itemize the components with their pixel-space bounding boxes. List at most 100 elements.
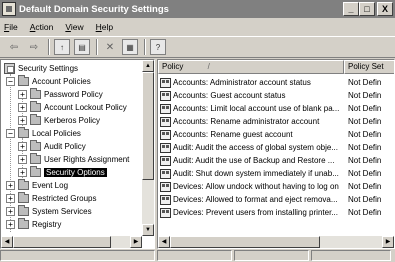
tree-label: Local Policies <box>32 128 81 138</box>
folder-icon <box>18 126 29 138</box>
menu-file[interactable]: File <box>4 22 18 32</box>
expand-icon[interactable]: + <box>18 167 27 177</box>
status-pane <box>157 250 232 261</box>
collapse-icon[interactable]: − <box>6 76 15 86</box>
status-pane <box>311 250 391 261</box>
policy-icon <box>160 194 171 205</box>
expand-icon[interactable]: + <box>6 219 15 229</box>
tree-item-security-options[interactable]: + Security Options <box>18 165 107 178</box>
tree-item-audit-policy[interactable]: + Audit Policy <box>18 139 86 152</box>
policy-icon <box>160 155 171 166</box>
expand-icon[interactable]: + <box>6 180 15 190</box>
table-row[interactable]: Audit: Audit the access of global system… <box>158 141 381 154</box>
table-row[interactable]: Devices: Prevent users from installing p… <box>158 206 381 219</box>
scroll-down-arrow-icon[interactable]: ▼ <box>142 224 154 236</box>
table-row[interactable]: Devices: Allow undock without having to … <box>158 180 381 193</box>
toolbar: ⇦ ⇨ ↑ ▤ ✕ ▦ ? <box>0 36 395 58</box>
collapse-icon[interactable]: − <box>6 128 15 138</box>
folder-icon <box>30 139 41 151</box>
tree-label: Password Policy <box>44 89 103 99</box>
tree-item-account-policies[interactable]: − Account Policies <box>6 74 91 87</box>
tree-item-password-policy[interactable]: + Password Policy <box>18 87 103 100</box>
tree-item-system-services[interactable]: + System Services <box>6 204 92 217</box>
policy-icon <box>160 168 171 179</box>
scroll-right-arrow-icon[interactable]: ▶ <box>130 236 142 248</box>
forward-arrow-icon[interactable]: ⇨ <box>26 39 42 55</box>
toolbar-separator <box>96 39 98 55</box>
tree-label: System Services <box>32 206 92 216</box>
table-row[interactable]: Audit: Shut down system immediately if u… <box>158 167 381 180</box>
tree-item-account-lockout-policy[interactable]: + Account Lockout Policy <box>18 100 127 113</box>
status-pane <box>0 250 155 261</box>
properties-icon[interactable]: ▦ <box>122 39 138 55</box>
scroll-thumb[interactable] <box>142 72 154 180</box>
expand-icon[interactable]: + <box>18 154 27 164</box>
folder-icon <box>18 217 29 229</box>
table-row[interactable]: Accounts: Rename administrator account N… <box>158 115 381 128</box>
table-row[interactable]: Accounts: Guest account status Not Defin <box>158 89 381 102</box>
scroll-left-arrow-icon[interactable]: ◀ <box>1 236 13 248</box>
list-header: Policy / Policy Set <box>158 60 394 74</box>
scroll-left-arrow-icon[interactable]: ◀ <box>158 236 170 248</box>
table-row[interactable]: Accounts: Rename guest account Not Defin <box>158 128 381 141</box>
expand-icon[interactable]: + <box>6 193 15 203</box>
show-hide-tree-icon[interactable]: ▤ <box>74 39 90 55</box>
menu-action[interactable]: Action <box>30 22 54 32</box>
table-row[interactable]: Accounts: Limit local account use of bla… <box>158 102 381 115</box>
tree-item-security-settings[interactable]: Security Settings <box>4 62 78 74</box>
folder-icon <box>18 178 29 190</box>
menu-help[interactable]: Help <box>96 22 113 32</box>
tree-item-kerberos-policy[interactable]: + Kerberos Policy <box>18 113 100 126</box>
menu-view[interactable]: View <box>65 22 83 32</box>
tree-label: Registry <box>32 219 62 229</box>
back-arrow-icon[interactable]: ⇦ <box>6 39 22 55</box>
table-row[interactable]: Audit: Audit the use of Backup and Resto… <box>158 154 381 167</box>
status-bar <box>0 250 395 262</box>
tree-label: User Rights Assignment <box>44 154 130 164</box>
toolbar-separator <box>144 39 146 55</box>
folder-icon <box>18 191 29 203</box>
policy-list: Policy / Policy Set Accounts: Administra… <box>157 59 395 249</box>
tree-label: Restricted Groups <box>32 193 97 203</box>
delete-icon[interactable]: ✕ <box>102 39 118 55</box>
up-one-level-icon[interactable]: ↑ <box>54 39 70 55</box>
security-settings-app-icon <box>2 2 16 16</box>
policy-icon <box>160 129 171 140</box>
maximize-button[interactable]: □ <box>359 2 375 16</box>
policy-icon <box>160 207 171 218</box>
folder-icon <box>30 87 41 99</box>
minimize-button[interactable]: _ <box>343 2 359 16</box>
expand-icon[interactable]: + <box>18 141 27 151</box>
scroll-thumb[interactable] <box>13 236 111 248</box>
expand-icon[interactable]: + <box>18 115 27 125</box>
window-title: Default Domain Security Settings <box>19 3 169 15</box>
tree-item-event-log[interactable]: + Event Log <box>6 178 68 191</box>
tree-item-restricted-groups[interactable]: + Restricted Groups <box>6 191 97 204</box>
policy-icon <box>160 181 171 192</box>
expand-icon[interactable]: + <box>6 206 15 216</box>
list-horizontal-scrollbar[interactable]: ◀ ▶ <box>158 236 394 248</box>
tree-item-user-rights-assignment[interactable]: + User Rights Assignment <box>18 152 130 165</box>
table-row[interactable]: Devices: Allowed to format and eject rem… <box>158 193 381 206</box>
expand-icon[interactable]: + <box>18 102 27 112</box>
menu-bar: File Action View Help <box>0 18 395 36</box>
tree-label-selected: Security Options <box>44 167 107 177</box>
scroll-right-arrow-icon[interactable]: ▶ <box>382 236 394 248</box>
tree-label: Audit Policy <box>44 141 86 151</box>
folder-icon <box>30 100 41 112</box>
table-row[interactable]: Accounts: Administrator account status N… <box>158 76 381 89</box>
expand-icon[interactable]: + <box>18 89 27 99</box>
tree-horizontal-scrollbar[interactable]: ◀ ▶ <box>1 236 142 248</box>
tree-vertical-scrollbar[interactable]: ▲ ▼ <box>142 60 154 236</box>
scroll-thumb[interactable] <box>170 236 320 248</box>
help-icon[interactable]: ? <box>150 39 166 55</box>
column-header-policy-setting[interactable]: Policy Set <box>344 60 394 74</box>
scroll-up-arrow-icon[interactable]: ▲ <box>142 60 154 72</box>
tree-item-local-policies[interactable]: − Local Policies <box>6 126 81 139</box>
policy-icon <box>160 77 171 88</box>
tree-item-registry[interactable]: + Registry <box>6 217 62 230</box>
folder-icon <box>30 113 41 125</box>
column-header-policy[interactable]: Policy / <box>158 60 344 74</box>
folder-icon <box>30 165 41 177</box>
close-button[interactable]: X <box>377 2 393 16</box>
